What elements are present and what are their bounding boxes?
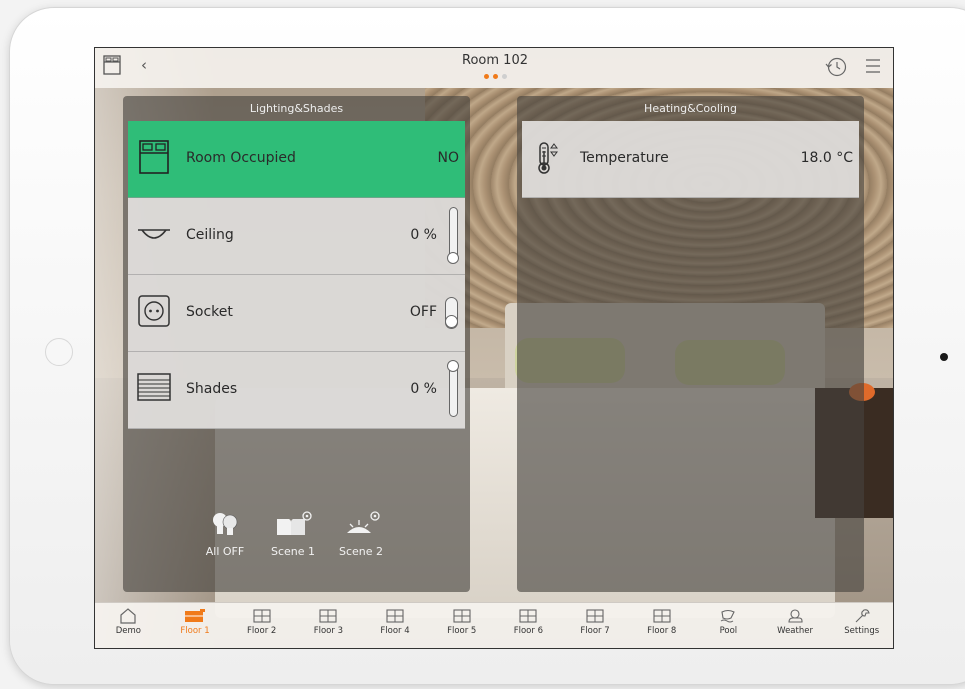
- home-button[interactable]: [45, 338, 73, 366]
- ceiling-row[interactable]: Ceiling 0 %: [128, 198, 465, 275]
- nav-item-demo[interactable]: Demo: [95, 603, 162, 648]
- nav-label: Floor 6: [513, 626, 543, 636]
- bottom-navigation: Demo Floor 1 Floor 2 Floor 3 Floor 4 Floor 5 F…: [95, 602, 893, 648]
- nav-label: Pool: [719, 626, 738, 636]
- row-value: 0 %: [410, 381, 437, 397]
- sunrise-scene-icon: [347, 511, 380, 533]
- camera-dot: [940, 353, 948, 361]
- nav-label: Floor 4: [380, 626, 410, 636]
- row-label: Ceiling: [186, 227, 234, 243]
- floor-plan-icon: [428, 608, 495, 624]
- nav-item-pool[interactable]: Pool: [695, 603, 762, 648]
- nav-label: Floor 3: [313, 626, 343, 636]
- nav-label: Floor 8: [647, 626, 677, 636]
- nav-label: Floor 2: [247, 626, 277, 636]
- nav-item-floor-1[interactable]: Floor 1: [162, 603, 229, 648]
- heating-cooling-panel: Heating&Cooling Temperature 18.0 °C: [517, 96, 864, 592]
- nav-label: Weather: [777, 626, 813, 636]
- socket-row[interactable]: Socket OFF: [128, 275, 465, 352]
- floor-plan-icon: [228, 608, 295, 624]
- row-label: Room Occupied: [186, 150, 296, 166]
- panel-title: Heating&Cooling: [644, 102, 737, 115]
- nav-item-floor-4[interactable]: Floor 4: [362, 603, 429, 648]
- panel-title: Lighting&Shades: [249, 102, 344, 115]
- scene-label: All OFF: [205, 545, 245, 558]
- scene-label: Scene 1: [270, 545, 316, 558]
- bed-icon: [139, 140, 169, 174]
- nav-item-settings[interactable]: Settings: [828, 603, 893, 648]
- floor-plan-icon: [295, 608, 362, 624]
- row-value: 0 %: [410, 227, 437, 243]
- row-value: 18.0 °C: [800, 150, 853, 166]
- lighting-shades-panel: Lighting&Shades Room Occupied NO Ceiling…: [123, 96, 470, 592]
- nav-item-floor-7[interactable]: Floor 7: [562, 603, 629, 648]
- temperature-row[interactable]: Temperature 18.0 °C: [522, 121, 859, 198]
- nav-item-floor-3[interactable]: Floor 3: [295, 603, 362, 648]
- scene-label: Scene 2: [338, 545, 384, 558]
- shades-slider[interactable]: [447, 360, 459, 417]
- scene-1[interactable]: Scene 1: [263, 511, 323, 558]
- floor-plan-icon: [362, 608, 429, 624]
- floor-plan-icon: [562, 608, 629, 624]
- socket-toggle[interactable]: [445, 297, 458, 329]
- shades-icon: [137, 373, 171, 401]
- nav-label: Floor 7: [580, 626, 610, 636]
- page-dot[interactable]: [492, 74, 498, 79]
- floor-plan-icon: [162, 608, 229, 624]
- ceiling-dimmer-slider[interactable]: [447, 207, 459, 264]
- book-scene-icon: [277, 511, 312, 535]
- all-off-scene[interactable]: All OFF: [195, 511, 255, 558]
- nav-item-weather[interactable]: Weather: [762, 603, 829, 648]
- nav-label: Floor 1: [180, 626, 210, 636]
- bulbs-icon: [213, 513, 238, 535]
- nav-label: Floor 5: [447, 626, 477, 636]
- weather-icon: [762, 608, 829, 624]
- wrench-icon: [828, 608, 893, 624]
- nav-item-floor-2[interactable]: Floor 2: [228, 603, 295, 648]
- row-value: NO: [437, 150, 460, 166]
- row-label: Shades: [186, 381, 238, 397]
- ceiling-lamp-icon: [138, 229, 170, 239]
- scene-2[interactable]: Scene 2: [331, 511, 391, 558]
- menu-icon[interactable]: [865, 58, 881, 74]
- top-bar: ‹ Room 102: [95, 48, 893, 88]
- house-icon: [95, 608, 162, 624]
- history-icon[interactable]: [825, 56, 847, 78]
- slider-knob[interactable]: [447, 360, 459, 372]
- row-value: OFF: [409, 304, 437, 320]
- room-occupied-row[interactable]: Room Occupied NO: [128, 121, 465, 198]
- shades-row[interactable]: Shades 0 %: [128, 352, 465, 429]
- row-label: Temperature: [580, 150, 669, 166]
- page-dot[interactable]: [501, 74, 507, 79]
- page-indicator: [478, 74, 512, 80]
- floor-plan-icon: [628, 608, 695, 624]
- page-dot[interactable]: [483, 74, 489, 79]
- row-label: Socket: [186, 304, 233, 320]
- thermometer-icon: [538, 142, 558, 174]
- socket-icon: [138, 295, 170, 327]
- toggle-knob[interactable]: [445, 315, 458, 328]
- nav-item-floor-6[interactable]: Floor 6: [495, 603, 562, 648]
- pool-icon: [695, 608, 762, 624]
- nav-label: Settings: [844, 626, 880, 636]
- app-screen: ‹ Room 102 Lighting&Shades Room Occupied…: [94, 47, 894, 649]
- nav-label: Demo: [115, 626, 141, 636]
- floor-plan-icon: [495, 608, 562, 624]
- nav-item-floor-5[interactable]: Floor 5: [428, 603, 495, 648]
- slider-knob[interactable]: [447, 252, 459, 264]
- nav-item-floor-8[interactable]: Floor 8: [628, 603, 695, 648]
- page-title: Room 102: [462, 53, 528, 68]
